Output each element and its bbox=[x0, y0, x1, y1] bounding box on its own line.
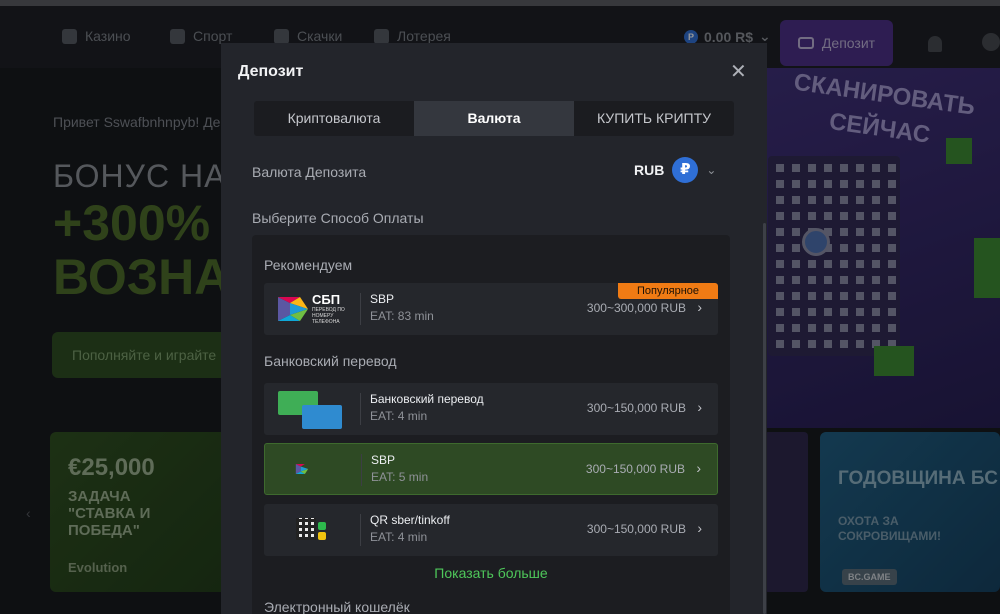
row-divider bbox=[361, 454, 362, 486]
deposit-tabs: Криптовалюта Валюта КУПИТЬ КРИПТУ bbox=[254, 101, 734, 136]
method-eat: EAT: 83 min bbox=[370, 309, 434, 323]
section-bank-transfer: Банковский перевод bbox=[264, 353, 397, 369]
method-name: QR sber/tinkoff bbox=[370, 513, 450, 527]
close-icon[interactable]: ✕ bbox=[730, 62, 747, 82]
row-divider bbox=[360, 393, 361, 425]
method-row-qr[interactable]: QR sber/tinkoff EAT: 4 min 300~150,000 R… bbox=[264, 504, 718, 556]
method-row-bank-transfer[interactable]: Банковский перевод EAT: 4 min 300~150,00… bbox=[264, 383, 718, 435]
sbp-logo-icon bbox=[278, 297, 308, 321]
tab-fiat[interactable]: Валюта bbox=[414, 101, 574, 136]
chevron-down-icon: ⌄ bbox=[706, 163, 717, 177]
sbp-small-logo-icon bbox=[273, 450, 355, 490]
method-eat: EAT: 5 min bbox=[371, 470, 429, 484]
ruble-icon: ₽ bbox=[672, 157, 699, 183]
currency-select[interactable]: RUB ₽ ⌄ bbox=[634, 157, 716, 183]
method-name: SBP bbox=[370, 292, 395, 306]
tab-crypto[interactable]: Криптовалюта bbox=[254, 101, 414, 136]
sbp-logo-subtitle: ПЕРЕВОД ПО НОМЕРУ ТЕЛЕФОНА bbox=[312, 307, 345, 325]
payment-methods-panel: Рекомендуем СБП ПЕРЕВОД ПО НОМЕРУ ТЕЛЕФО… bbox=[252, 235, 730, 614]
sbp-logo-name: СБП bbox=[312, 292, 341, 307]
bank-cards-icon bbox=[272, 389, 354, 429]
show-more-link[interactable]: Показать больше bbox=[252, 565, 730, 581]
method-range: 300~150,000 RUB bbox=[586, 401, 686, 415]
modal-scrollbar[interactable] bbox=[763, 223, 766, 614]
currency-label: Валюта Депозита bbox=[252, 164, 367, 180]
method-name: SBP bbox=[371, 453, 396, 467]
qr-icon bbox=[272, 510, 354, 550]
section-ewallet: Электронный кошелёк bbox=[264, 599, 410, 614]
method-row-sbp-recommended[interactable]: СБП ПЕРЕВОД ПО НОМЕРУ ТЕЛЕФОНА SBP EAT: … bbox=[264, 283, 718, 335]
chevron-right-icon: › bbox=[697, 399, 702, 415]
row-divider bbox=[360, 514, 361, 546]
currency-code: RUB bbox=[634, 162, 665, 178]
method-name: Банковский перевод bbox=[370, 392, 484, 406]
tab-buy-crypto[interactable]: КУПИТЬ КРИПТУ bbox=[574, 101, 734, 136]
chevron-right-icon: › bbox=[696, 460, 701, 476]
modal-title: Депозит bbox=[238, 63, 304, 80]
method-eat: EAT: 4 min bbox=[370, 530, 428, 544]
method-range: 300~150,000 RUB bbox=[585, 462, 685, 476]
method-eat: EAT: 4 min bbox=[370, 409, 428, 423]
modal-body: Валюта Депозита RUB ₽ ⌄ Выберите Способ … bbox=[221, 153, 767, 614]
payment-method-label: Выберите Способ Оплаты bbox=[252, 210, 424, 226]
method-range: 300~150,000 RUB bbox=[586, 522, 686, 536]
row-divider bbox=[360, 293, 361, 325]
method-range: 300~300,000 RUB bbox=[586, 301, 686, 315]
chevron-right-icon: › bbox=[697, 299, 702, 315]
chevron-right-icon: › bbox=[697, 520, 702, 536]
method-row-sbp-selected[interactable]: SBP EAT: 5 min 300~150,000 RUB › bbox=[264, 443, 718, 495]
popular-badge: Популярное bbox=[618, 283, 718, 299]
section-recommended: Рекомендуем bbox=[264, 257, 353, 273]
sbp-logo: СБП ПЕРЕВОД ПО НОМЕРУ ТЕЛЕФОНА bbox=[272, 289, 354, 329]
deposit-modal: Депозит ✕ Криптовалюта Валюта КУПИТЬ КРИ… bbox=[221, 43, 767, 614]
